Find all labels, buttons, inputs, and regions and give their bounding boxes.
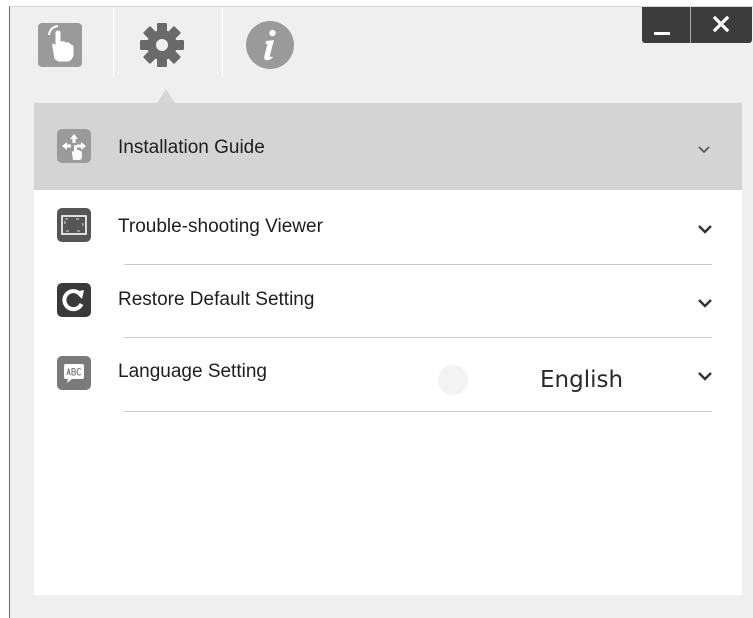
tab-touch[interactable] (34, 19, 86, 71)
tab-divider (222, 7, 223, 77)
settings-item-label: Installation Guide (118, 137, 265, 158)
info-icon (246, 21, 294, 69)
chevron-down-icon[interactable] (697, 371, 713, 381)
installation-guide-icon (57, 129, 91, 163)
viewer-frame-icon (57, 208, 91, 242)
settings-item-installation-guide[interactable]: Installation Guide (34, 103, 742, 190)
settings-item-language[interactable]: Language Setting English (34, 338, 742, 412)
faint-check-icon (438, 365, 468, 395)
tab-settings[interactable] (136, 19, 188, 71)
settings-window: Installation Guide Trouble-shooting View… (9, 6, 753, 618)
row-divider (124, 411, 712, 412)
settings-panel: Installation Guide Trouble-shooting View… (34, 103, 742, 595)
settings-item-troubleshooting-viewer[interactable]: Trouble-shooting Viewer (34, 190, 742, 264)
minimize-icon (654, 32, 670, 35)
tab-divider (113, 7, 114, 77)
hand-pointer-icon (38, 23, 82, 67)
window-controls (642, 7, 752, 43)
chevron-down-icon[interactable] (697, 224, 713, 234)
restore-icon (57, 283, 91, 317)
settings-item-restore-default[interactable]: Restore Default Setting (34, 265, 742, 339)
close-button[interactable] (691, 7, 752, 43)
settings-item-label: Trouble-shooting Viewer (118, 216, 323, 237)
selected-tab-pointer (157, 89, 175, 103)
settings-item-label: Restore Default Setting (118, 289, 315, 310)
settings-item-label: Language Setting (118, 361, 267, 382)
chevron-down-icon[interactable] (697, 298, 713, 308)
language-value[interactable]: English (540, 367, 623, 393)
close-icon (712, 15, 730, 33)
tab-info[interactable] (244, 19, 296, 71)
chevron-down-icon[interactable] (697, 145, 711, 155)
minimize-button[interactable] (642, 7, 690, 43)
abc-speech-bubble-icon (57, 356, 91, 390)
gear-icon (140, 23, 184, 67)
